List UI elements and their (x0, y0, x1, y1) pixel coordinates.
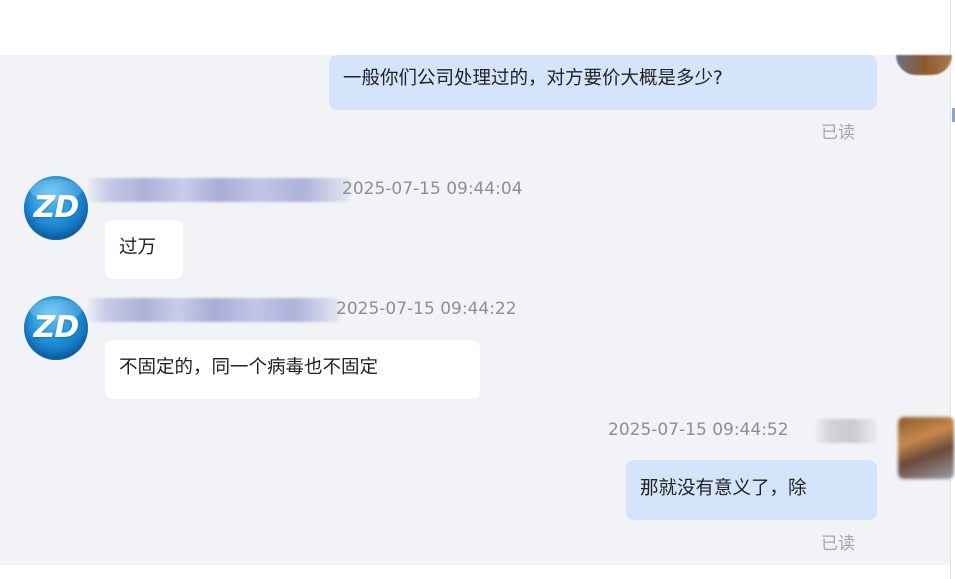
user-avatar[interactable] (896, 55, 952, 75)
footer-area (0, 565, 950, 579)
read-status: 已读 (821, 123, 855, 143)
message-timestamp: 2025-07-15 09:44:04 (342, 179, 523, 199)
sender-name-redacted (88, 298, 340, 322)
support-avatar[interactable]: ZD (24, 296, 88, 360)
message-text: 不固定的，同一个病毒也不固定 (119, 357, 379, 378)
chat-message-list[interactable]: 一般你们公司处理过的，对方要价大概是多少? 已读 ZD 2025-07-15 0… (0, 55, 954, 565)
support-avatar[interactable]: ZD (24, 176, 88, 240)
user-avatar[interactable] (898, 417, 954, 479)
outgoing-message-bubble[interactable]: 那就没有意义了，除 (626, 460, 877, 520)
zd-logo-icon: ZD (33, 190, 80, 225)
incoming-message-bubble[interactable]: 不固定的，同一个病毒也不固定 (105, 340, 480, 399)
header-area (0, 0, 950, 55)
zd-logo-icon: ZD (33, 310, 80, 345)
read-status: 已读 (821, 534, 855, 554)
message-text: 过万 (119, 237, 157, 258)
message-timestamp: 2025-07-15 09:44:52 (608, 420, 789, 440)
sender-name-redacted (88, 178, 350, 202)
message-text: 一般你们公司处理过的，对方要价大概是多少? (343, 68, 723, 89)
message-timestamp: 2025-07-15 09:44:22 (336, 299, 517, 319)
incoming-message-bubble[interactable]: 过万 (105, 220, 183, 279)
sender-name-redacted (816, 419, 876, 443)
outgoing-message-bubble[interactable]: 一般你们公司处理过的，对方要价大概是多少? (329, 55, 877, 110)
scrollbar-edge[interactable] (950, 0, 955, 579)
message-text: 那就没有意义了，除 (640, 478, 807, 499)
